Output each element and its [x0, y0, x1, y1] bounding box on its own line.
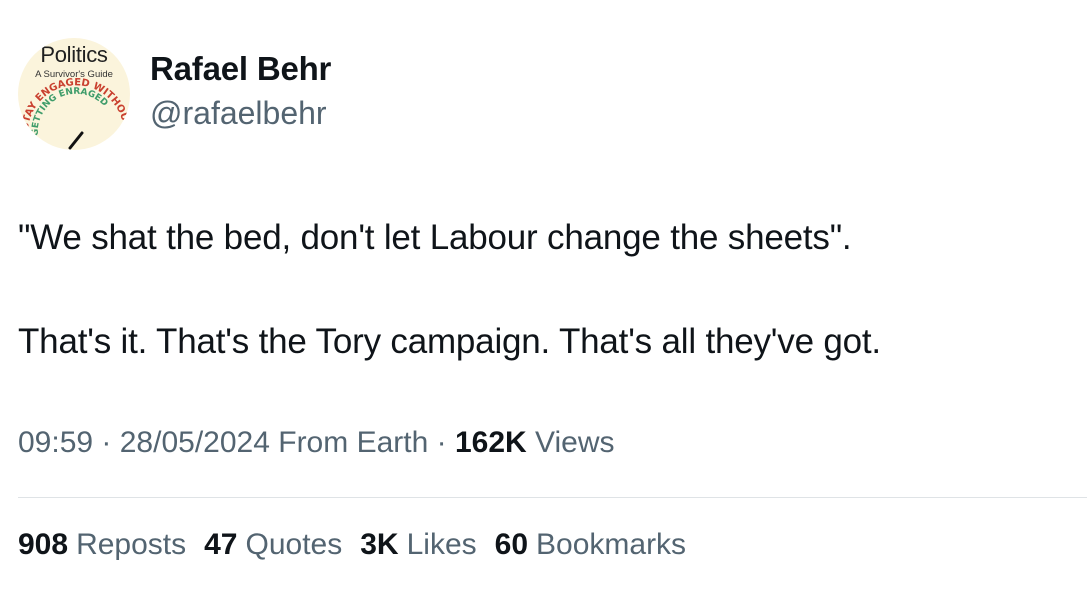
views-label: Views [526, 426, 615, 459]
quotes-count: 47 [204, 528, 238, 561]
quotes-stat[interactable]: 47 Quotes [204, 528, 342, 562]
quotes-label: Quotes [245, 528, 343, 561]
avatar[interactable]: Politics A Survivor's Guide STAY ENGAGED… [18, 38, 130, 150]
likes-count: 3K [360, 528, 399, 561]
divider [18, 497, 1087, 498]
meta-separator: · [93, 426, 120, 459]
likes-label: Likes [406, 528, 477, 561]
engagement-stats: 908 Reposts 47 Quotes 3K Likes 60 Bookma… [18, 528, 686, 562]
reposts-label: Reposts [76, 528, 187, 561]
tweet-text-line-1: "We shat the bed, don't let Labour chang… [18, 218, 852, 257]
tweet-meta: 09:59 · 28/05/2024 From Earth · 162K Vie… [18, 426, 615, 460]
views-count: 162K [454, 426, 527, 459]
reposts-count: 908 [18, 528, 69, 561]
author-handle[interactable]: @rafaelbehr [150, 95, 327, 132]
tweet-time[interactable]: 09:59 [18, 426, 93, 459]
gauge-icon: STAY ENGAGED WITHOUT GETTING ENRAGED [18, 38, 130, 150]
bookmarks-stat[interactable]: 60 Bookmarks [495, 528, 686, 562]
author-display-name[interactable]: Rafael Behr [150, 50, 331, 88]
tweet-source: From Earth [269, 426, 429, 459]
tweet-text-line-2: That's it. That's the Tory campaign. Tha… [18, 322, 881, 361]
meta-separator-2: · [428, 426, 455, 459]
bookmarks-label: Bookmarks [536, 528, 687, 561]
likes-stat[interactable]: 3K Likes [360, 528, 476, 562]
reposts-stat[interactable]: 908 Reposts [18, 528, 186, 562]
bookmarks-count: 60 [494, 528, 529, 561]
tweet-date[interactable]: 28/05/2024 [120, 426, 270, 459]
